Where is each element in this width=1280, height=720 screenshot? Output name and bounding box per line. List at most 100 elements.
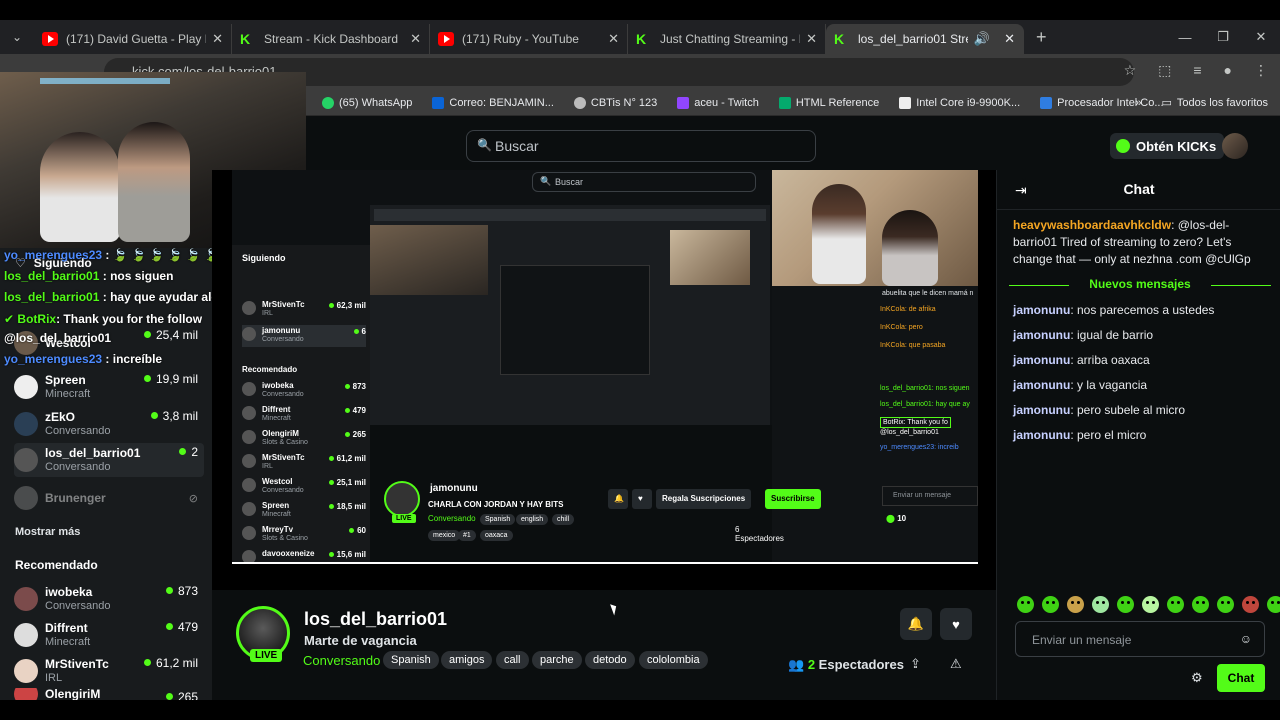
emote-icon[interactable] <box>1117 596 1134 613</box>
emote-icon[interactable] <box>1267 596 1280 613</box>
guest-webcam <box>772 170 978 286</box>
report-warning-icon[interactable]: ⚠ <box>950 656 962 672</box>
users-icon: 👥 <box>788 657 808 672</box>
inner-row: davooxeneize 15,6 mil <box>242 548 366 562</box>
extensions-icon[interactable]: ⬚ <box>1158 62 1171 79</box>
bottom-bar <box>0 700 1280 720</box>
avatar <box>14 688 38 700</box>
new-messages-divider[interactable]: Nuevos mensajes <box>1009 277 1271 291</box>
stream-category[interactable]: Conversando <box>303 653 380 668</box>
bookmark-cbtis[interactable]: CBTis N° 123 <box>573 96 657 109</box>
star-icon[interactable]: ☆ <box>1124 62 1137 79</box>
tag[interactable]: Spanish <box>383 651 439 669</box>
viewer-count: 25,4 mil <box>144 328 198 342</box>
emote-icon[interactable] <box>1192 596 1209 613</box>
media-icon[interactable]: ≡ <box>1193 62 1201 79</box>
all-bookmarks-folder[interactable]: ▭ Todos los favoritos <box>1161 96 1268 110</box>
viewer-count: 3,8 mil <box>151 409 198 423</box>
browser-tab[interactable]: (171) Ruby - YouTube ✕ <box>430 24 628 54</box>
overlay-chat-line: @los_del_barrio01 <box>4 331 112 345</box>
close-tab-icon[interactable]: ✕ <box>410 31 421 47</box>
whatsapp-icon <box>322 96 334 109</box>
share-icon[interactable]: ⇪ <box>910 656 921 672</box>
emote-icon[interactable] <box>1142 596 1159 613</box>
inner-search: 🔍 Buscar <box>532 172 756 192</box>
sidebar-item-zeko[interactable]: zEkO Conversando 3,8 mil <box>14 407 204 441</box>
avatar <box>14 412 38 436</box>
sidebar-item-olengirim[interactable]: OlengiriM 265 <box>14 688 204 700</box>
browser-tab[interactable]: K Stream - Kick Dashboard ✕ <box>232 24 430 54</box>
close-tab-icon[interactable]: ✕ <box>608 31 619 47</box>
tag[interactable]: detodo <box>585 651 635 669</box>
sidebar-item-diffrent[interactable]: Diffrent Minecraft 479 <box>14 618 204 652</box>
stream-title: Marte de vagancia <box>304 633 417 648</box>
close-tab-icon[interactable]: ✕ <box>212 31 223 47</box>
browser-tab-active[interactable]: Klos_del_barrio01 Stream - W 🔊 ✕ <box>826 24 1024 54</box>
kicks-icon <box>1116 139 1130 153</box>
sidebar-item-mrstiventc[interactable]: MrStivenTc IRL 61,2 mil <box>14 654 204 688</box>
inner-stream-info: LIVE jamonunu CHARLA CON JORDAN Y HAY BI… <box>370 425 821 562</box>
profile-icon[interactable]: ● <box>1224 62 1232 79</box>
bookmark-outlook[interactable]: Correo: BENJAMIN... <box>432 96 554 109</box>
video-player[interactable]: 🔍 Buscar Siguiendo MrStivenTc IRL 62,3 mil … <box>212 170 996 590</box>
tab-title: Stream - Kick Dashboard <box>264 32 399 46</box>
twitch-icon <box>677 96 690 109</box>
user-avatar[interactable] <box>1222 133 1248 159</box>
chat-message: jamonunu: y la vagancia <box>1013 378 1148 392</box>
close-window-icon[interactable]: ✕ <box>1242 20 1280 54</box>
inner-row: OlengiriM Slots & Casino 265 <box>242 428 366 450</box>
sidebar-item-spreen[interactable]: Spreen Minecraft 19,9 mil <box>14 370 204 404</box>
show-more-link[interactable]: Mostrar más <box>15 526 80 538</box>
tag[interactable]: parche <box>532 651 582 669</box>
sidebar-item-los-del-barrio01[interactable]: los_del_barrio01 Conversando 2 <box>14 443 204 477</box>
more-bookmarks-icon[interactable]: » <box>1135 97 1141 109</box>
tab-search-chevron-icon[interactable]: ⌄ <box>0 20 34 54</box>
bookmark-html-reference[interactable]: HTML Reference <box>778 96 879 109</box>
browser-tab[interactable]: (171) David Guetta - Play Hard ✕ <box>34 24 232 54</box>
overlay-chat-line: ✔ BotRix: Thank you for the follow <box>4 312 203 326</box>
get-kicks-button[interactable]: Obtén KICKs <box>1110 133 1225 159</box>
close-tab-icon[interactable]: ✕ <box>806 31 817 47</box>
emote-icon[interactable] <box>1017 596 1034 613</box>
maximize-icon[interactable]: ❐ <box>1204 20 1242 54</box>
sidebar-item-iwobeka[interactable]: iwobeka Conversando 873 <box>14 582 204 616</box>
emote-icon[interactable] <box>1167 596 1184 613</box>
sidebar-item-brunenger[interactable]: Brunenger ⊘ <box>14 481 204 515</box>
avatar <box>14 587 38 611</box>
menu-icon[interactable]: ⋮ <box>1254 62 1268 79</box>
speaker-icon[interactable]: 🔊 <box>974 31 990 47</box>
follow-heart-button[interactable]: ♥ <box>940 608 972 640</box>
emote-icon[interactable] <box>1042 596 1059 613</box>
gear-icon[interactable]: ⚙ <box>1191 670 1203 686</box>
minimize-icon[interactable]: — <box>1166 20 1204 54</box>
inner-row: Diffrent Minecraft 479 <box>242 404 366 426</box>
chat-message: jamonunu: nos parecemos a ustedes <box>1013 303 1215 317</box>
inner-row: Spreen Minecraft 18,5 mil <box>242 500 366 522</box>
send-chat-button[interactable]: Chat <box>1217 664 1265 692</box>
emote-icon[interactable] <box>1067 596 1084 613</box>
browser-tab[interactable]: K Just Chatting Streaming - Live S ✕ <box>628 24 826 54</box>
new-tab-icon[interactable]: + <box>1036 27 1047 48</box>
tab-title: Just Chatting Streaming - Live S <box>660 32 800 46</box>
bookmark-intel-core[interactable]: Intel Core i9-9900K... <box>899 96 1020 109</box>
chat-title: Chat <box>1123 181 1155 197</box>
emote-icon[interactable] <box>1092 596 1109 613</box>
chat-message: heavywashboardaavhkcldw: @los-del-barrio… <box>1013 218 1251 266</box>
notification-bell-button[interactable]: 🔔 <box>900 608 932 640</box>
tag[interactable]: amigos <box>441 651 493 669</box>
close-tab-icon[interactable]: ✕ <box>1004 31 1015 47</box>
viewer-count: 265 <box>166 690 198 700</box>
emoji-icon[interactable]: ☺ <box>1240 632 1252 646</box>
chat-message-input[interactable]: Enviar un mensaje ☺ <box>1015 621 1265 657</box>
emote-icon[interactable] <box>1217 596 1234 613</box>
gift-subs-button: Regala Suscripciones <box>656 489 752 509</box>
search-input[interactable]: 🔍 Buscar <box>466 130 816 162</box>
bookmark-whatsapp[interactable]: (65) WhatsApp <box>322 96 412 109</box>
channel-name[interactable]: los_del_barrio01 <box>304 609 447 630</box>
search-icon: 🔍 <box>477 138 492 152</box>
tag[interactable]: cololombia <box>639 651 708 669</box>
bookmark-twitch[interactable]: aceu - Twitch <box>677 96 759 109</box>
overlay-chat-line: los_del_barrio01 : nos siguen <box>4 269 174 283</box>
tag[interactable]: call <box>496 651 529 669</box>
emote-icon[interactable] <box>1242 596 1259 613</box>
